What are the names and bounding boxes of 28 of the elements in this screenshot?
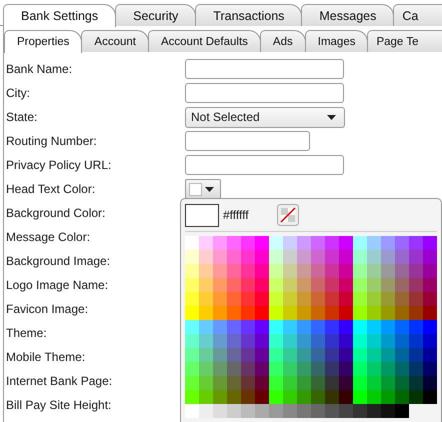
field-label: Bill Pay Site Height: (6, 398, 112, 412)
tab[interactable]: Images (304, 30, 368, 52)
field-label: Internet Bank Page: (6, 374, 114, 388)
tab[interactable]: Page Te (367, 30, 442, 52)
field-label: Favicon Image: (6, 302, 90, 316)
field-label: City: (6, 86, 31, 100)
tab[interactable]: Security (115, 4, 196, 26)
field-label: Theme: (6, 326, 48, 340)
field-label: Head Text Color: (6, 182, 96, 196)
field-label: Logo Image Name: (6, 278, 110, 292)
tab[interactable]: Ads (260, 30, 306, 52)
field-label: Routing Number: (6, 134, 98, 148)
color-hex-value: #ffffff (223, 208, 250, 222)
tab[interactable]: Account (81, 30, 149, 52)
tab[interactable]: Ca (393, 4, 442, 26)
field-label: Background Image: (6, 254, 112, 268)
field-label: Background Color: (6, 206, 106, 220)
state-dropdown[interactable]: Not Selected (185, 106, 345, 128)
tab[interactable]: Properties (4, 30, 82, 53)
tab[interactable]: Bank Settings (3, 4, 116, 27)
field-label: Bank Name: (6, 62, 74, 76)
tab[interactable]: Messages (301, 4, 394, 26)
tab[interactable]: Transactions (195, 4, 302, 26)
field-label: Mobile Theme: (6, 350, 86, 364)
field-label: State: (6, 110, 38, 124)
tab[interactable]: Account Defaults (148, 30, 261, 52)
field-label: Message Color: (6, 230, 92, 244)
field-label: Privacy Policy URL: (6, 158, 112, 172)
